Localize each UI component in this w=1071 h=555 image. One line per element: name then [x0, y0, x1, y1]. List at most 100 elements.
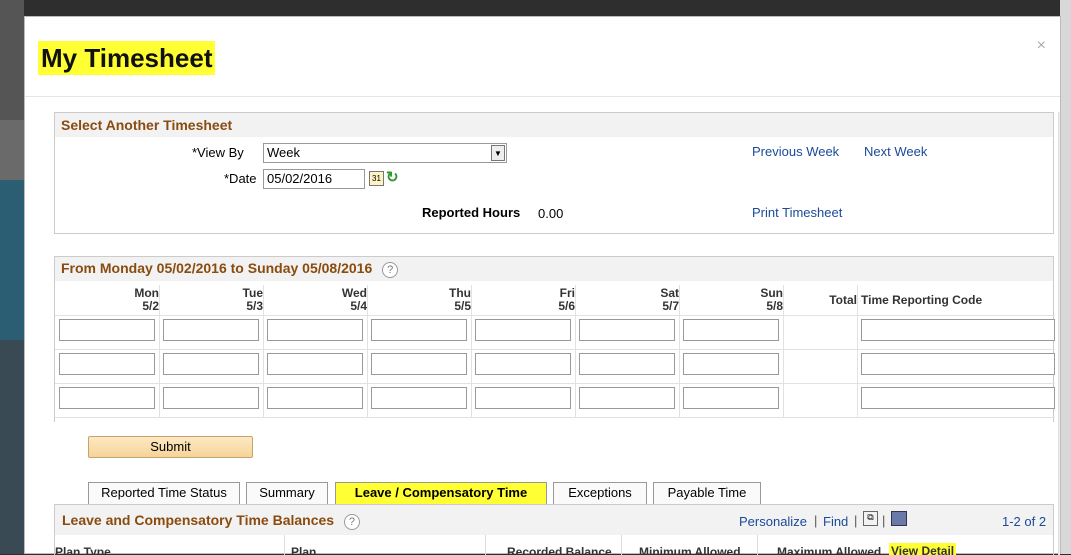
leave-balances-section: Leave and Compensatory Time Balances ? P…: [54, 504, 1054, 555]
hours-input[interactable]: [163, 353, 259, 375]
day-column-header: Mon 5/2: [99, 287, 159, 313]
tab-reported-time-status[interactable]: Reported Time Status: [88, 482, 240, 504]
balances-header: Leave and Compensatory Time Balances ? P…: [55, 505, 1053, 535]
divider: |: [814, 513, 818, 528]
calendar-icon[interactable]: 31: [369, 171, 384, 186]
balances-columns: Plan Type Plan Recorded Balance Minimum …: [55, 535, 1055, 555]
hours-input[interactable]: [579, 319, 675, 341]
hours-input[interactable]: [371, 319, 467, 341]
modal-title: My Timesheet: [38, 41, 216, 75]
day-column-header: Thu 5/5: [411, 287, 471, 313]
date-label: *Date: [224, 171, 257, 186]
divider: [55, 417, 1055, 418]
view-by-select[interactable]: Week ▼: [263, 143, 507, 163]
tab-leave-compensatory-time[interactable]: Leave / Compensatory Time: [335, 482, 547, 504]
close-icon[interactable]: ×: [1037, 37, 1046, 55]
personalize-link[interactable]: Personalize: [739, 514, 807, 529]
select-timesheet-section: Select Another Timesheet *View By Week ▼…: [54, 112, 1054, 234]
day-date: 5/5: [454, 299, 471, 313]
hours-input[interactable]: [371, 353, 467, 375]
hours-input[interactable]: [267, 353, 363, 375]
day-column-header: Sat 5/7: [619, 287, 679, 313]
download-grid-icon[interactable]: [891, 511, 907, 526]
submit-button[interactable]: Submit: [88, 436, 253, 458]
hours-input[interactable]: [683, 319, 779, 341]
divider: [55, 349, 1055, 350]
background-left-panel: [0, 0, 24, 554]
divider: [485, 535, 486, 555]
day-date: 5/8: [766, 299, 783, 313]
time-reporting-code-input[interactable]: [861, 387, 1055, 409]
day-column-header: Sun 5/8: [723, 287, 783, 313]
modal-content: Select Another Timesheet *View By Week ▼…: [54, 112, 1060, 555]
hours-input[interactable]: [59, 319, 155, 341]
week-range-heading: From Monday 05/02/2016 to Sunday 05/08/2…: [61, 260, 373, 276]
divider: [471, 285, 472, 417]
divider: [575, 285, 576, 417]
vertical-scrollbar[interactable]: ▲ ≡: [1058, 112, 1060, 555]
hours-input[interactable]: [579, 387, 675, 409]
date-input[interactable]: 05/02/2016: [263, 169, 365, 189]
day-date: 5/4: [350, 299, 367, 313]
reported-hours-value: 0.00: [538, 206, 564, 221]
divider: [367, 285, 368, 417]
divider: [159, 285, 160, 417]
view-by-value: Week: [267, 145, 300, 160]
pagination: 1-2 of 2: [1002, 514, 1047, 529]
total-column-header: Total: [829, 293, 857, 307]
hours-input[interactable]: [475, 387, 571, 409]
help-icon[interactable]: ?: [382, 262, 399, 278]
hours-input[interactable]: [59, 353, 155, 375]
background-right-panel: [1060, 0, 1071, 554]
day-column-header: Wed 5/4: [307, 287, 367, 313]
week-grid-section: From Monday 05/02/2016 to Sunday 05/08/2…: [54, 256, 1055, 422]
day-column-header: Fri 5/6: [515, 287, 575, 313]
divider: |: [854, 513, 858, 528]
timesheet-modal: My Timesheet × Select Another Timesheet …: [24, 16, 1061, 555]
divider: |: [882, 513, 886, 528]
tab-summary[interactable]: Summary: [246, 482, 328, 504]
hours-input[interactable]: [475, 353, 571, 375]
help-icon[interactable]: ?: [343, 514, 360, 530]
day-column-header: Tue 5/3: [203, 287, 263, 313]
week-grid-heading: From Monday 05/02/2016 to Sunday 05/08/2…: [55, 257, 1053, 281]
print-timesheet-link[interactable]: Print Timesheet: [752, 205, 842, 220]
hours-input[interactable]: [163, 319, 259, 341]
day-date: 5/7: [662, 299, 679, 313]
hours-input[interactable]: [371, 387, 467, 409]
balances-title: Leave and Compensatory Time Balances ?: [62, 512, 360, 530]
hours-input[interactable]: [579, 353, 675, 375]
balances-title-text: Leave and Compensatory Time Balances: [62, 512, 335, 528]
modal-header: My Timesheet ×: [25, 17, 1060, 97]
divider: [263, 285, 264, 417]
find-link[interactable]: Find: [823, 514, 848, 529]
hours-input[interactable]: [683, 387, 779, 409]
divider: [783, 285, 784, 417]
divider: [857, 285, 858, 417]
hours-input[interactable]: [267, 319, 363, 341]
divider: [757, 535, 758, 555]
divider: [679, 285, 680, 417]
tab-payable-time[interactable]: Payable Time: [653, 482, 761, 504]
time-reporting-code-header: Time Reporting Code: [861, 293, 983, 307]
time-reporting-code-input[interactable]: [861, 319, 1055, 341]
hours-input[interactable]: [59, 387, 155, 409]
day-date: 5/3: [246, 299, 263, 313]
divider: [621, 535, 622, 555]
col-view-detail: View Detail: [889, 543, 957, 555]
previous-week-link[interactable]: Previous Week: [752, 144, 839, 159]
view-all-icon[interactable]: ⧉: [863, 511, 878, 526]
tab-exceptions[interactable]: Exceptions: [553, 482, 647, 504]
time-reporting-code-input[interactable]: [861, 353, 1055, 375]
select-timesheet-heading: Select Another Timesheet: [55, 113, 1053, 137]
chevron-down-icon[interactable]: ▼: [491, 145, 505, 161]
divider: [284, 535, 285, 555]
hours-input[interactable]: [683, 353, 779, 375]
refresh-icon[interactable]: ↻: [386, 168, 399, 186]
hours-input[interactable]: [267, 387, 363, 409]
next-week-link[interactable]: Next Week: [864, 144, 927, 159]
divider: [55, 315, 1055, 316]
hours-input[interactable]: [163, 387, 259, 409]
reported-hours-label: Reported Hours: [422, 205, 521, 220]
hours-input[interactable]: [475, 319, 571, 341]
